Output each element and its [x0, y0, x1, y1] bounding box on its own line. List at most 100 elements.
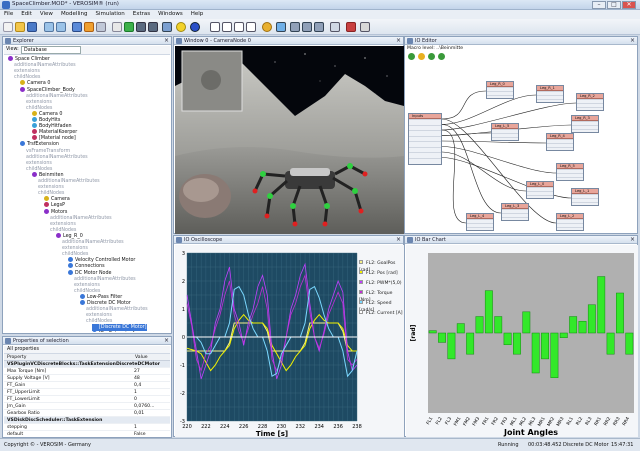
- property-section[interactable]: VSDiskDiscScheduler::TaskExtension: [4, 417, 170, 424]
- menu-help[interactable]: Help: [187, 10, 208, 19]
- property-row[interactable]: FT_LowerLimit 0: [4, 396, 170, 403]
- io-port[interactable]: [557, 227, 583, 231]
- scene-view[interactable]: [175, 46, 404, 234]
- close-icon[interactable]: ×: [630, 236, 635, 244]
- close-icon[interactable]: ×: [630, 37, 635, 45]
- io-node[interactable]: Leg_L_4: [466, 213, 494, 231]
- minimize-button[interactable]: –: [592, 1, 606, 9]
- play-icon[interactable]: [124, 22, 134, 32]
- io-node[interactable]: Leg_L_0: [526, 181, 554, 199]
- bar-chart-plot[interactable]: FL1 FL2 FL3 FM1 FM2 FM3 FR1 FR2 FR3 ML1 ML2 ML3 MR1 M…: [406, 245, 638, 437]
- new-icon[interactable]: [3, 22, 13, 32]
- property-value[interactable]: 0,0760...: [134, 403, 154, 410]
- io-port[interactable]: [409, 157, 441, 164]
- render-icon[interactable]: [276, 22, 286, 32]
- property-value[interactable]: 0,4: [134, 382, 141, 389]
- io-node[interactable]: Inputs: [408, 113, 442, 165]
- property-row[interactable]: stepping 1: [4, 424, 170, 431]
- grid-icon[interactable]: [96, 22, 106, 32]
- scale-icon[interactable]: [246, 22, 256, 32]
- property-value[interactable]: 1: [134, 389, 137, 396]
- rotate-icon[interactable]: [234, 22, 244, 32]
- property-value[interactable]: 27: [134, 368, 140, 375]
- select-box-icon[interactable]: [210, 22, 220, 32]
- io-port[interactable]: [467, 227, 493, 231]
- menu-edit[interactable]: Edit: [17, 10, 36, 19]
- open-folder-icon[interactable]: [15, 22, 25, 32]
- up-level-icon[interactable]: [418, 53, 425, 60]
- property-row[interactable]: Supply Voltage [V] 48: [4, 375, 170, 382]
- io-graph[interactable]: Leg_R_0 Leg_R_1 Leg_R_2 Leg_R_3 Leg_R_4 Leg_R…: [406, 63, 636, 232]
- io-node[interactable]: Leg_L_3: [501, 203, 529, 221]
- io-port[interactable]: [577, 107, 603, 111]
- menu-file[interactable]: File: [0, 10, 17, 19]
- view-front-icon[interactable]: [290, 22, 300, 32]
- close-icon[interactable]: ×: [396, 37, 401, 45]
- io-port[interactable]: [547, 147, 573, 151]
- io-port[interactable]: [487, 95, 513, 99]
- close-icon[interactable]: ×: [396, 236, 401, 244]
- maximize-button[interactable]: □: [607, 1, 621, 9]
- io-node[interactable]: Leg_R_3: [571, 115, 599, 133]
- io-port[interactable]: [502, 217, 528, 221]
- close-button[interactable]: ✕: [622, 1, 636, 9]
- zoom-icon[interactable]: [330, 22, 340, 32]
- globe-icon[interactable]: [190, 22, 200, 32]
- legend-item[interactable]: FL2: Pos [rad]: [359, 270, 398, 277]
- properties-filter[interactable]: All properties: [4, 346, 170, 354]
- property-value[interactable]: 0,01: [134, 410, 144, 417]
- io-node[interactable]: Leg_R_1: [536, 85, 564, 103]
- property-row[interactable]: FT_UpperLimit 1: [4, 389, 170, 396]
- property-row[interactable]: Jm_Gain 0,0760...: [4, 403, 170, 410]
- property-value[interactable]: 1: [134, 424, 137, 431]
- property-value[interactable]: False: [134, 431, 146, 436]
- menu-extras[interactable]: Extras: [129, 10, 154, 19]
- move-icon[interactable]: [222, 22, 232, 32]
- step-icon[interactable]: [112, 22, 122, 32]
- close-icon[interactable]: ×: [164, 37, 169, 45]
- legend-item[interactable]: FL2: Current [A]: [359, 310, 403, 317]
- property-row[interactable]: Gearbox Ratio 0,01: [4, 410, 170, 417]
- pointer-icon[interactable]: [162, 22, 172, 32]
- view-side-icon[interactable]: [302, 22, 312, 32]
- legend-item[interactable]: FL2: PWM*(5,0): [359, 280, 402, 287]
- io-port[interactable]: [537, 99, 563, 103]
- menu-simulation[interactable]: Simulation: [91, 10, 128, 19]
- material-icon[interactable]: [262, 22, 272, 32]
- property-row[interactable]: FT_Gain 0,4: [4, 382, 170, 389]
- save-icon[interactable]: [27, 22, 37, 32]
- property-section[interactable]: VSPluginVCDiscreteBlocks::TaskExtensionD…: [4, 361, 170, 368]
- settings-icon[interactable]: [360, 22, 370, 32]
- io-port[interactable]: [527, 195, 553, 199]
- property-value[interactable]: 48: [134, 375, 140, 382]
- link-icon[interactable]: [438, 53, 445, 60]
- sphere-icon[interactable]: [176, 22, 186, 32]
- menu-modelling[interactable]: Modelling: [57, 10, 92, 19]
- light-icon[interactable]: [84, 22, 94, 32]
- stop-icon[interactable]: [148, 22, 158, 32]
- io-node[interactable]: Leg_R_5: [556, 163, 584, 181]
- io-node[interactable]: Leg_L_1: [571, 188, 599, 206]
- view-select[interactable]: Database: [21, 46, 81, 54]
- close-icon[interactable]: ×: [164, 337, 169, 345]
- io-node[interactable]: Leg_R_2: [576, 93, 604, 111]
- io-port[interactable]: [572, 202, 598, 206]
- property-row[interactable]: Max Torque [Nm] 27: [4, 368, 170, 375]
- menu-view[interactable]: View: [36, 10, 57, 19]
- io-node[interactable]: Leg_L_5: [491, 123, 519, 141]
- add-node-icon[interactable]: [408, 53, 415, 60]
- view-top-icon[interactable]: [314, 22, 324, 32]
- menu-windows[interactable]: Windows: [154, 10, 187, 19]
- io-port[interactable]: [572, 129, 598, 133]
- split-window-icon[interactable]: [56, 22, 66, 32]
- camera-icon[interactable]: [72, 22, 82, 32]
- pause-icon[interactable]: [136, 22, 146, 32]
- io-port[interactable]: [492, 137, 518, 141]
- io-node[interactable]: Leg_R_4: [546, 133, 574, 151]
- io-port[interactable]: [557, 177, 583, 181]
- property-row[interactable]: default False: [4, 431, 170, 436]
- refresh-icon[interactable]: [428, 53, 435, 60]
- io-node[interactable]: Leg_R_0: [486, 81, 514, 99]
- tree-item[interactable]: [PosExtension]: [92, 330, 134, 332]
- property-value[interactable]: 0: [134, 396, 137, 403]
